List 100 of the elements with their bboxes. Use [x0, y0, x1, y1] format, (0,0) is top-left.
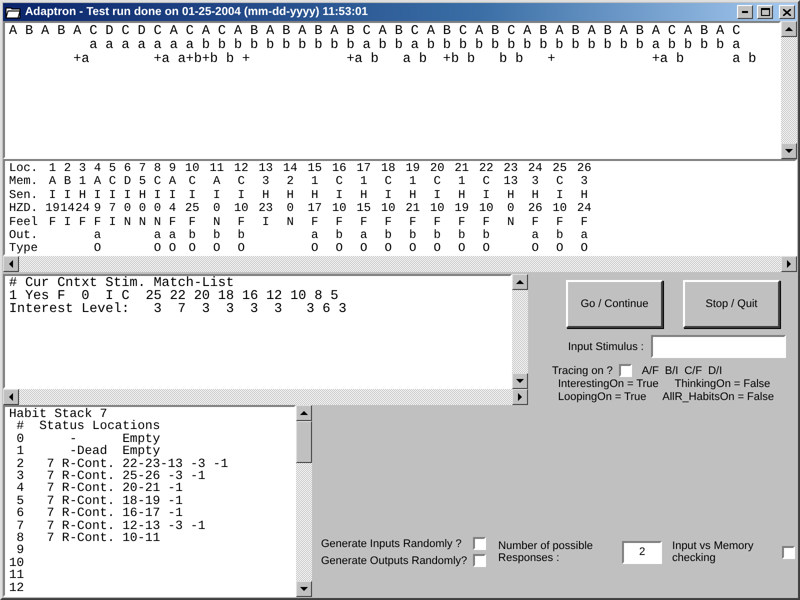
text-area[interactable] [3, 405, 296, 597]
table-cell-text: F [92, 216, 102, 230]
table-cell-text: O [236, 242, 246, 254]
status-text: ThinkingOn = False [674, 378, 770, 391]
checkbox[interactable] [782, 546, 796, 558]
table-cell-text: 1 [359, 175, 368, 189]
scrollbar-thumb[interactable] [296, 421, 312, 463]
scrollbar[interactable] [3, 389, 528, 405]
table-cell-text: F [384, 216, 393, 229]
input-field[interactable] [650, 335, 786, 358]
scroll-down-button[interactable] [296, 581, 312, 597]
input-field[interactable]: 2 [622, 540, 662, 564]
table-cell-text: 2 [62, 162, 72, 176]
table-cell-text: F [408, 216, 418, 229]
text-line: A B A B A C D C D C A C A C A B A B A B A B C A B C A B C A B C A B A B A B A B A C A B A C [9, 25, 742, 39]
table-cell-text: B [62, 175, 72, 189]
table-cell-text: H [530, 188, 540, 202]
table-cell-text: A [212, 175, 222, 189]
table-cell-text: b [408, 229, 418, 242]
text-line: 3 7 R-Cont. 25-26 -3 -1 [16, 470, 206, 482]
checkbox[interactable] [618, 364, 632, 377]
triangle-right-icon [518, 393, 522, 401]
text-area[interactable]: # Cur Cntxt Stim. Match-List 1 Yes F 0 I C 25 22 20 18 16 12 10 8 5 Interest Level: 3 7 3 3 3 3 3 6 3 [3, 274, 512, 389]
triangle-down-icon [300, 587, 308, 591]
table-cell-text: I [108, 216, 118, 230]
scroll-up-button[interactable] [512, 274, 528, 290]
table-cell-text: 0 [506, 202, 516, 216]
table-cell-text: a [580, 229, 589, 242]
table-cell-text: 16 [331, 162, 348, 176]
table-cell-text: 5 [108, 162, 118, 176]
triangle-left-icon [9, 393, 13, 401]
table-cell-text: F [359, 216, 368, 230]
scrollbar[interactable] [3, 256, 797, 272]
triangle-up-icon [300, 411, 308, 415]
field-label: Number of possible Responses : [498, 540, 594, 564]
table-cell-text: F [482, 216, 491, 229]
table-cell-text: H [457, 188, 466, 202]
text-area[interactable] [3, 21, 781, 159]
table-cell-text: 8 [152, 162, 162, 176]
table-cell-text: 24 [527, 162, 544, 176]
table-cell-text: I [62, 188, 72, 202]
row-label: Sen. [9, 188, 39, 202]
checkbox-label: Input vs Memory checking [672, 540, 754, 564]
text-area[interactable] [3, 159, 797, 256]
scroll-right-button[interactable] [512, 389, 528, 405]
table-cell: 14 [60, 202, 75, 216]
close-button[interactable] [779, 5, 795, 19]
text-line: Habit Stack 7 [9, 408, 108, 420]
scroll-down-button[interactable] [781, 143, 797, 159]
scroll-down-button[interactable] [512, 373, 528, 389]
table-cell-text: b [432, 229, 442, 242]
table-cell-text: b [212, 229, 222, 242]
table-cell-text: b [457, 229, 466, 242]
status-text: LoopingOn = True [558, 391, 646, 404]
table-cell-text: C [236, 175, 246, 189]
table-cell-text: 10 [233, 202, 250, 216]
table-cell-text: a [530, 229, 540, 242]
table-cell-text: 21 [404, 202, 421, 216]
table-cell-text: 6 [122, 162, 132, 176]
push-button[interactable]: Go / Continue [566, 280, 663, 328]
scroll-right-button[interactable] [781, 256, 797, 272]
table-cell-text: 4 [168, 202, 178, 216]
table-cell-text: O [457, 242, 466, 254]
scrollbar[interactable] [296, 405, 312, 597]
scroll-up-button[interactable] [296, 405, 312, 421]
table-cell-text: I [188, 188, 197, 202]
triangle-right-icon [787, 260, 791, 268]
scrollbar[interactable] [781, 21, 797, 159]
scroll-left-button[interactable] [3, 389, 19, 405]
table-cell-text: C [108, 175, 118, 189]
checkbox[interactable] [473, 537, 486, 550]
table-cell-text: F [555, 216, 564, 229]
table-cell-text: O [530, 242, 540, 254]
text-line: 10 [9, 556, 26, 570]
table-cell-text: O [384, 242, 393, 254]
minimize-button[interactable] [737, 5, 753, 19]
maximize-icon [760, 8, 770, 16]
table-cell-text: C [334, 175, 344, 189]
table-cell-text: 25 [552, 162, 568, 176]
checkbox[interactable] [473, 554, 486, 567]
table-cell-text: 23 [502, 162, 519, 176]
folder-icon [5, 5, 21, 19]
table-cell-text: 13 [502, 175, 519, 189]
table-cell-text: 5 [138, 175, 148, 189]
table-cell-text: 7 [138, 162, 148, 176]
table-cell-text: b [188, 229, 197, 242]
text-line: 2 7 R-Cont. 22-23-13 -3 -1 [16, 458, 230, 470]
scrollbar[interactable] [512, 274, 528, 389]
table-cell-text: b [236, 229, 246, 242]
scroll-up-button[interactable] [781, 21, 797, 37]
text-line: 5 7 R-Cont. 18-19 -1 [16, 494, 184, 508]
scroll-left-button[interactable] [3, 256, 19, 272]
push-button[interactable]: Stop / Quit [683, 280, 780, 328]
table-cell-text: N [122, 216, 132, 230]
maximize-button[interactable] [757, 5, 773, 19]
table-cell-text: N [152, 216, 162, 230]
status-text: AllR_HabitsOn = False [662, 391, 774, 404]
table-cell-text: O [310, 242, 320, 254]
table-cell-text: 1 [310, 175, 320, 189]
table-cell-text: O [408, 242, 418, 254]
